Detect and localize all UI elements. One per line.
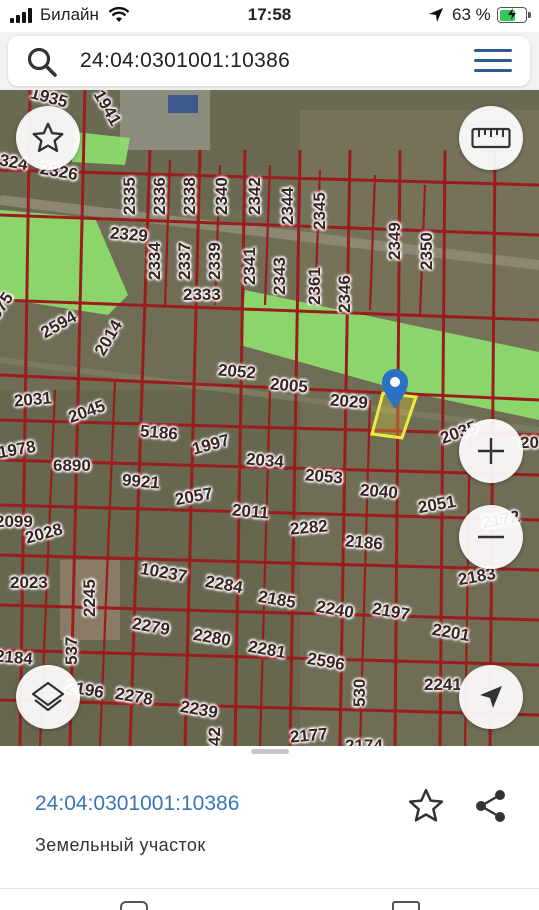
parcel-label[interactable]: 2349 (385, 222, 405, 260)
parcel-label[interactable]: 2343 (270, 257, 290, 295)
parcel-label[interactable]: 2339 (205, 242, 225, 280)
parcel-label[interactable]: 2034 (245, 449, 284, 472)
parcel-label[interactable]: 2335 (120, 177, 140, 215)
parcel-label[interactable]: 2344 (278, 187, 298, 225)
ruler-icon (471, 127, 511, 149)
search-icon[interactable] (26, 46, 58, 78)
plus-icon (478, 438, 504, 464)
parcel-label[interactable]: 2023 (10, 573, 48, 593)
parcel-info-sheet[interactable]: 24:04:0301001:10386 Земельный участок (0, 746, 539, 910)
parcel-label[interactable]: 537 (62, 637, 82, 665)
parcel-label[interactable]: 2005 (269, 374, 308, 397)
search-query[interactable]: 24:04:0301001:10386 (80, 49, 290, 73)
battery-icon (497, 7, 531, 23)
parcel-label[interactable]: 2346 (335, 275, 355, 313)
parcel-label[interactable]: 2341 (240, 247, 260, 285)
navigation-arrow-icon (480, 686, 502, 708)
parcel-label[interactable]: 6890 (53, 456, 91, 476)
sheet-divider (0, 888, 539, 889)
parcel-label[interactable]: 2345 (310, 192, 330, 230)
parcel-label[interactable]: 2186 (344, 531, 383, 554)
parcel-label[interactable]: 2338 (180, 177, 200, 215)
parcel-label[interactable]: 2342 (245, 177, 265, 215)
my-location-button[interactable] (459, 665, 523, 729)
parcel-label[interactable]: 2242 (205, 727, 225, 746)
parcel-label[interactable]: 2099 (0, 512, 33, 532)
parcel-label[interactable]: 9921 (121, 470, 160, 493)
parcel-label[interactable]: 2337 (175, 242, 195, 280)
star-icon (32, 122, 64, 153)
search-header: 24:04:0301001:10386 ONREALT (0, 32, 539, 90)
watermark: ONREALT (372, 54, 456, 71)
parcel-label[interactable]: 2040 (359, 480, 398, 503)
layers-button[interactable] (16, 665, 80, 729)
parcel-label[interactable]: 2184 (0, 646, 34, 669)
zoom-out-button[interactable] (459, 505, 523, 569)
parcel-label[interactable]: 2241 (424, 675, 462, 695)
tab-bar-icon[interactable] (392, 901, 420, 910)
parcel-label[interactable]: 2174 (345, 736, 383, 746)
parcel-label[interactable]: 2011 (231, 500, 269, 523)
parcel-label[interactable]: 5186 (139, 421, 178, 444)
parcel-label[interactable]: 2361 (305, 267, 325, 305)
star-icon[interactable] (406, 786, 446, 826)
layers-icon (31, 681, 65, 712)
parcel-label[interactable]: 2350 (417, 232, 437, 270)
map-view[interactable]: 1935 1941 2324 2326 2335 2336 2338 2340 2342 2344… (0, 90, 539, 746)
parcel-type: Земельный участок (35, 835, 206, 855)
parcel-label[interactable]: 2329 (109, 223, 148, 246)
parcel-label[interactable]: 2031 (13, 388, 52, 411)
parcel-label[interactable]: 2336 (150, 177, 170, 215)
parcel-label[interactable]: 530 (350, 679, 370, 707)
minus-icon (478, 535, 504, 539)
parcel-label[interactable]: 2340 (212, 177, 232, 215)
parcel-label[interactable]: 2333 (183, 285, 221, 305)
favorite-button[interactable] (16, 106, 80, 170)
menu-icon[interactable] (474, 49, 512, 73)
status-bar: Билайн 17:58 63 % (0, 0, 539, 32)
tab-bar-icon[interactable] (120, 901, 148, 910)
parcel-label[interactable]: 2029 (329, 390, 368, 413)
share-icon[interactable] (474, 788, 508, 824)
battery-percent: 63 % (452, 5, 491, 24)
location-services-icon (429, 8, 443, 22)
zoom-in-button[interactable] (459, 419, 523, 483)
parcel-label[interactable]: 2282 (289, 516, 328, 539)
cadastral-number: 24:04:0301001:10386 (35, 792, 240, 815)
parcel-label[interactable]: 2053 (304, 465, 343, 488)
parcel-label[interactable]: 2334 (145, 242, 165, 280)
ruler-button[interactable] (459, 106, 523, 170)
parcel-label[interactable]: 2052 (217, 360, 256, 383)
location-pin-icon (382, 369, 408, 409)
parcel-label[interactable]: 2245 (80, 579, 100, 617)
sheet-drag-handle[interactable] (251, 749, 289, 754)
parcel-label[interactable]: 2177 (289, 724, 328, 746)
